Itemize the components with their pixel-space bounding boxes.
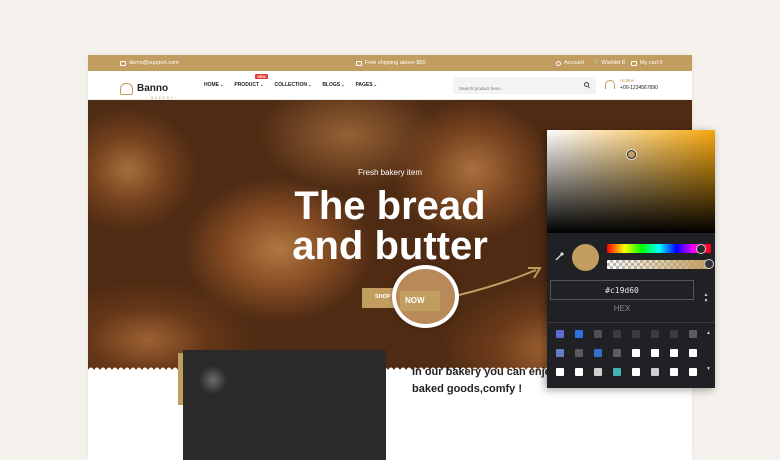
palette-swatch[interactable] [594, 330, 602, 338]
color-picker: HEX ▲▼ ▲▼ [547, 130, 715, 388]
mode-stepper[interactable]: ▲ ▼ [702, 292, 710, 304]
menu-label: PRODUCT [234, 82, 260, 88]
menu-label: BLOGS [322, 82, 341, 88]
mail-icon [120, 60, 126, 66]
palette-swatch[interactable] [613, 368, 621, 376]
cart-label: My cart 0 [640, 60, 663, 66]
chevron-down-icon: ⌄ [307, 82, 312, 87]
chef-hat-icon [120, 83, 133, 95]
palette-swatch[interactable] [651, 349, 659, 357]
hex-input[interactable] [550, 280, 694, 300]
headset-icon [605, 80, 615, 89]
palette-swatch[interactable] [670, 330, 678, 338]
palette-swatch[interactable] [556, 368, 564, 376]
user-icon [556, 60, 561, 66]
logo-text: Banno [137, 83, 169, 94]
palette-swatch[interactable] [575, 330, 583, 338]
menu-label: HOME [204, 82, 219, 88]
palette-swatch[interactable] [575, 368, 583, 376]
magnified-now-label: NOW [400, 291, 440, 311]
saturation-handle[interactable] [627, 150, 636, 159]
menu-item-blogs[interactable]: BLOGS⌄ [322, 82, 344, 88]
palette-swatch[interactable] [651, 330, 659, 338]
wishlist-link[interactable]: ♡ Wishlist 8 [593, 55, 625, 71]
chevron-down-icon: ⌄ [260, 82, 264, 87]
menu: HOME⌄ PRODUCT⌄ NEW COLLECTION⌄ BLOGS⌄ PAG… [204, 71, 377, 99]
palette-swatch[interactable] [689, 368, 697, 376]
account-label: Account [564, 60, 584, 66]
wishlist-label: Wishlist 8 [601, 60, 625, 66]
main-nav: Banno BAKERY HOME⌄ PRODUCT⌄ NEW COLLECTIO… [88, 71, 692, 100]
menu-item-home[interactable]: HOME⌄ [204, 82, 223, 88]
current-color-swatch [572, 244, 599, 271]
color-mode-label: HEX [613, 304, 631, 313]
search-box [453, 77, 596, 97]
menu-label: PAGES [355, 82, 373, 88]
saturation-area[interactable] [547, 130, 715, 233]
hotline-number[interactable]: +00-1234567890 [620, 85, 658, 91]
about-image [183, 350, 386, 460]
chevron-down-icon: ⌄ [220, 82, 224, 87]
account-link[interactable]: Account [556, 55, 584, 71]
search-input[interactable] [453, 80, 573, 97]
palette-swatch[interactable] [689, 330, 697, 338]
palette-swatch[interactable] [556, 349, 564, 357]
palette-swatch[interactable] [613, 349, 621, 357]
palette-swatch[interactable] [632, 330, 640, 338]
hotline-label: Hotline [620, 78, 635, 83]
top-bar: demo@support.com Free shipping above $50… [88, 55, 692, 71]
palette-swatch[interactable] [594, 368, 602, 376]
hue-handle[interactable] [696, 244, 706, 254]
palette-scroll[interactable]: ▲ ▼ [706, 330, 712, 380]
magnifier-ring: NOW [392, 265, 459, 328]
palette-swatch[interactable] [575, 349, 583, 357]
search-icon[interactable] [584, 82, 589, 87]
palette-swatch[interactable] [689, 349, 697, 357]
menu-item-pages[interactable]: PAGES⌄ [355, 82, 377, 88]
shop-label: SHOP [375, 294, 391, 300]
shipping-text: Free shipping above $50 [365, 60, 426, 66]
picker-divider [547, 322, 715, 323]
palette-swatch[interactable] [556, 330, 564, 338]
new-badge: NEW [255, 74, 268, 79]
menu-item-product[interactable]: PRODUCT⌄ NEW [234, 74, 268, 88]
cart-icon [631, 60, 637, 66]
chevron-down-icon: ⌄ [341, 82, 345, 87]
palette-swatch[interactable] [670, 349, 678, 357]
menu-item-collection[interactable]: COLLECTION⌄ [274, 82, 311, 88]
alpha-handle[interactable] [704, 259, 714, 269]
palette-swatch[interactable] [594, 349, 602, 357]
truck-icon [356, 60, 362, 66]
eyedropper-icon[interactable] [555, 251, 565, 261]
heart-icon: ♡ [593, 60, 599, 66]
palette-swatch[interactable] [613, 330, 621, 338]
palette-swatch[interactable] [670, 368, 678, 376]
hero-title-text: The bread and butter [292, 184, 488, 268]
palette-swatch[interactable] [632, 349, 640, 357]
topbar-email[interactable]: demo@support.com [120, 55, 179, 71]
cart-link[interactable]: My cart 0 [631, 55, 663, 71]
palette-swatch[interactable] [651, 368, 659, 376]
palette-swatch[interactable] [632, 368, 640, 376]
logo[interactable]: Banno BAKERY [120, 78, 174, 100]
alpha-slider[interactable] [607, 260, 711, 269]
email-text: demo@support.com [129, 60, 179, 66]
chevron-down-icon: ⌄ [373, 82, 377, 87]
topbar-shipping: Free shipping above $50 [356, 55, 426, 71]
menu-label: COLLECTION [274, 82, 307, 88]
